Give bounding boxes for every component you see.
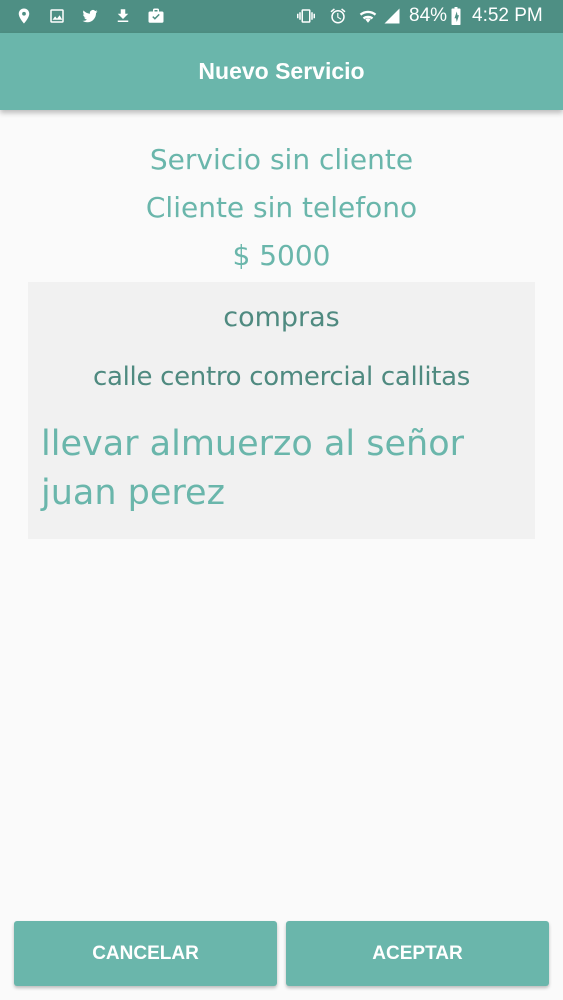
service-client-label: Servicio sin cliente xyxy=(149,143,414,176)
clock-time: 4:52 PM xyxy=(472,5,543,26)
alarm-icon xyxy=(328,6,348,26)
battery-percent: 84% xyxy=(409,5,448,26)
page-title: Nuevo Servicio xyxy=(198,58,365,84)
image-icon xyxy=(47,6,67,26)
briefcase-icon xyxy=(146,6,166,26)
location-icon xyxy=(14,6,34,26)
cancel-button[interactable]: CANCELAR xyxy=(14,921,277,986)
twitter-icon xyxy=(80,6,100,26)
service-description: llevar almuerzo al señor juan perez xyxy=(41,424,464,513)
client-phone-label: Cliente sin telefono xyxy=(145,191,418,224)
accept-button[interactable]: ACEPTAR xyxy=(286,921,549,986)
vibrate-icon xyxy=(296,6,316,26)
service-price: $ 5000 xyxy=(232,239,331,272)
service-summary: Servicio sin cliente Cliente sin telefon… xyxy=(0,136,563,280)
service-category: compras xyxy=(223,302,340,333)
service-address: calle centro comercial callitas xyxy=(92,362,471,392)
signal-icon xyxy=(382,6,402,26)
app-bar: Nuevo Servicio xyxy=(0,33,563,110)
service-detail-card: compras calle centro comercial callitas … xyxy=(28,282,535,539)
wifi-icon xyxy=(358,6,378,26)
battery-icon xyxy=(450,6,462,26)
download-icon xyxy=(113,6,133,26)
status-bar: 84% 4:52 PM xyxy=(0,0,563,33)
